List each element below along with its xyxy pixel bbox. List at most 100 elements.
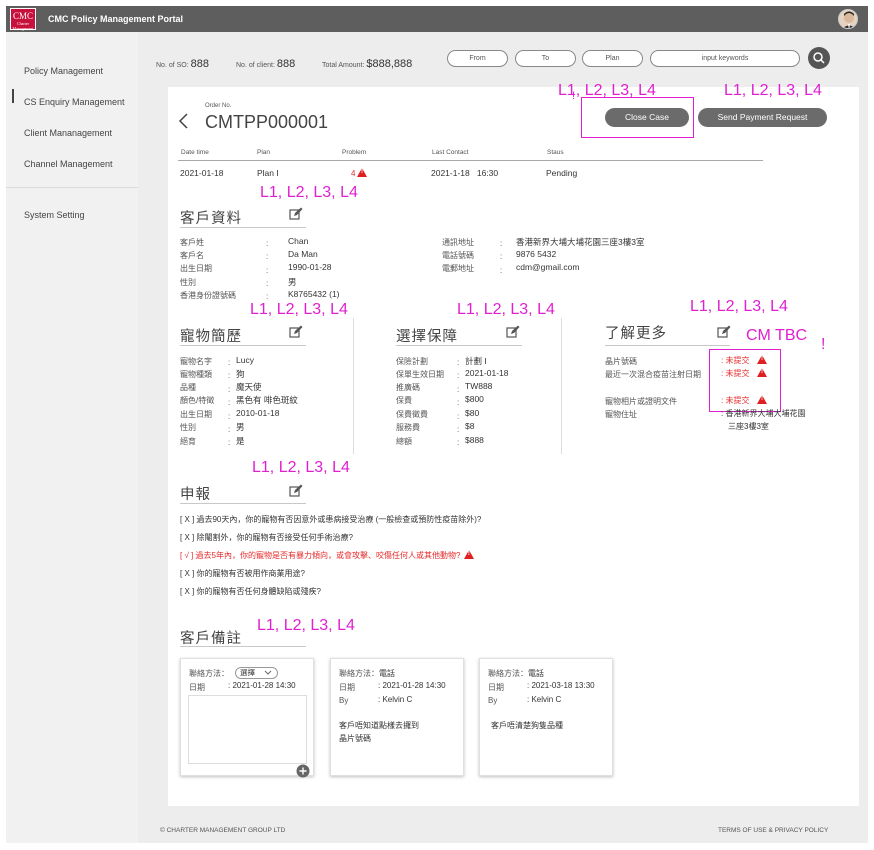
remark-date: : 2021-01-28 14:30: [228, 681, 296, 690]
client-label-hkid: 香港身份證號碼: [180, 291, 236, 300]
remark-date-label: 日期: [488, 683, 504, 692]
pet-label-color: 顏色/特徵: [180, 396, 215, 405]
remark-content-line2: 晶片號碼: [339, 734, 371, 743]
declaration-section-title: 申報: [180, 487, 211, 503]
remark-method-label: 聯絡方法：電話: [488, 669, 544, 678]
plan-label-plan: 保險計劃: [396, 357, 428, 366]
annotation-declaration-levels: L1, L2, L3, L4: [252, 459, 350, 476]
footer-copyright: © CHARTER MANAGEMENT GROUP LTD: [160, 827, 286, 834]
remark-card-new: 聯絡方法： 選擇 日期 : 2021-01-28 14:30: [180, 658, 314, 778]
stat-so: No. of SO: 888: [156, 58, 209, 70]
pet-label-neutered: 絕育: [180, 437, 196, 446]
brand-logo[interactable]: CMC Charter Management: [10, 8, 36, 31]
declaration-title-underline: [180, 503, 306, 504]
annotation-client-levels: L1, L2, L3, L4: [260, 184, 358, 201]
more-label-vaccine: 最近一次混合疫苗注射日期: [605, 370, 701, 379]
client-colons-left: :::::: [266, 239, 269, 302]
client-title-underline: [180, 227, 306, 228]
remark-card-1: 聯絡方法：電話 日期 : 2021-01-28 14:30 By : Kelvi…: [330, 658, 464, 776]
stat-so-value: 888: [190, 58, 209, 70]
edit-more-icon[interactable]: [717, 325, 731, 339]
stat-client: No. of client: 888: [236, 58, 296, 70]
client-label-gender: 性別: [180, 278, 196, 287]
more-title-underline: [605, 345, 730, 346]
annotation-plan-levels: L1, L2, L3, L4: [457, 301, 555, 318]
sidebar-item-policy-management[interactable]: Policy Management: [24, 66, 103, 76]
annotation-cm-tbc: CM TBC: [746, 327, 808, 344]
sidebar-item-system-setting[interactable]: System Setting: [24, 210, 85, 220]
pet-colons: :::::::: [228, 358, 231, 448]
annotation-pet-levels: L1, L2, L3, L4: [250, 301, 348, 318]
warning-icon: [757, 355, 768, 364]
summary-problem-count[interactable]: 4: [351, 168, 368, 178]
more-vaccine-status[interactable]: : 未提交: [721, 368, 768, 379]
pet-label-gender: 性別: [180, 423, 196, 432]
edit-pet-icon[interactable]: [289, 325, 303, 339]
pet-section-title: 寵物簡歷: [180, 329, 242, 345]
search-button[interactable]: [808, 47, 830, 69]
remarks-section-title: 客戶備註: [180, 631, 242, 647]
declaration-item-1: [ X ] 過去90天內，你的寵物有否因意外或患病接受治療 (一般檢查或預防性疫…: [180, 515, 482, 524]
plan-column-divider: [561, 318, 562, 454]
warning-icon: [357, 168, 368, 177]
more-label-chip: 晶片號碼: [605, 357, 637, 366]
client-label-email: 電郵地址: [442, 264, 474, 273]
client-hkid: K8765432 (1): [288, 289, 340, 299]
client-label-address: 通訊地址: [442, 238, 474, 247]
sidebar-divider: [6, 187, 138, 188]
main-area: No. of SO: 888 No. of client: 888 Total …: [138, 32, 868, 843]
col-header-plan: Plan: [257, 149, 271, 156]
plan-label-promo-code: 推廣碼: [396, 383, 420, 392]
remark-content: 客戶唔清楚狗隻品種: [491, 721, 563, 730]
case-detail-card: Order No. CMTPP000001 L1, L2, L3, L4 L1,…: [168, 82, 859, 806]
col-header-status: Staus: [547, 149, 564, 156]
col-header-date: Date time: [181, 149, 209, 156]
pet-neutered: 是: [236, 436, 245, 446]
from-date-filter[interactable]: From: [447, 50, 508, 67]
to-date-filter[interactable]: To: [515, 50, 576, 67]
close-case-button[interactable]: Close Case: [605, 108, 689, 127]
stat-client-value: 888: [276, 58, 296, 70]
add-icon[interactable]: [296, 764, 310, 778]
sidebar-item-cs-enquiry-management[interactable]: CS Enquiry Management: [24, 97, 125, 107]
stat-amount: Total Amount: $888,888: [322, 58, 413, 70]
summary-status: Pending: [546, 168, 578, 178]
client-phone: 9876 5432: [516, 249, 557, 259]
client-surname: Chan: [288, 236, 309, 246]
remark-card-2: 聯絡方法：電話 日期 : 2021-03-18 13:30 By : Kelvi…: [479, 658, 613, 776]
declaration-item-4: [ X ] 你的寵物有否被用作商業用途?: [180, 569, 305, 578]
back-arrow-icon[interactable]: [178, 113, 190, 129]
remark-date: : 2021-01-28 14:30: [378, 681, 446, 690]
send-payment-request-button[interactable]: Send Payment Request: [698, 108, 827, 127]
annotation-remarks-levels: L1, L2, L3, L4: [257, 617, 355, 634]
plan-label-total: 總額: [396, 437, 412, 446]
user-avatar[interactable]: [838, 9, 858, 29]
pet-label-name: 寵物名字: [180, 357, 212, 366]
edit-declaration-icon[interactable]: [289, 484, 303, 498]
footer-terms-link[interactable]: TERMS OF USE & PRIVACY POLICY: [718, 827, 828, 834]
top-bar: CMC Charter Management CMC Policy Managem…: [6, 6, 868, 32]
sidebar-item-channel-management[interactable]: Channel Management: [24, 159, 113, 169]
plan-label-effective-date: 保單生效日期: [396, 370, 444, 379]
more-chip-status[interactable]: : 未提交: [721, 355, 768, 366]
client-colons-right: :::: [500, 239, 503, 275]
more-photo-status[interactable]: : 未提交: [721, 395, 768, 406]
client-gender: 男: [288, 277, 297, 287]
client-label-surname: 客戶姓: [180, 238, 204, 247]
sidebar-item-client-management[interactable]: Client Mananagement: [24, 128, 112, 138]
search-input[interactable]: input keywords: [650, 50, 800, 67]
declaration-item-2: [ X ] 除閹割外，你的寵物有否接受任何手術治療?: [180, 533, 353, 542]
remark-by-label: By: [339, 696, 349, 705]
remark-by: : Kelvin C: [527, 695, 562, 704]
contact-method-select[interactable]: 選擇: [235, 667, 278, 679]
pet-label-breed: 品種: [180, 383, 196, 392]
client-label-phone: 電話號碼: [442, 251, 474, 260]
plan-filter[interactable]: Plan: [582, 50, 643, 67]
edit-client-icon[interactable]: [289, 207, 303, 221]
remark-textarea[interactable]: [188, 695, 307, 764]
edit-plan-icon[interactable]: [506, 325, 520, 339]
remark-date-label: 日期: [189, 683, 205, 692]
plan-name: 計劃 I: [465, 356, 487, 366]
warning-icon: [464, 550, 475, 559]
annotation-payment-levels: L1, L2, L3, L4: [724, 82, 822, 99]
